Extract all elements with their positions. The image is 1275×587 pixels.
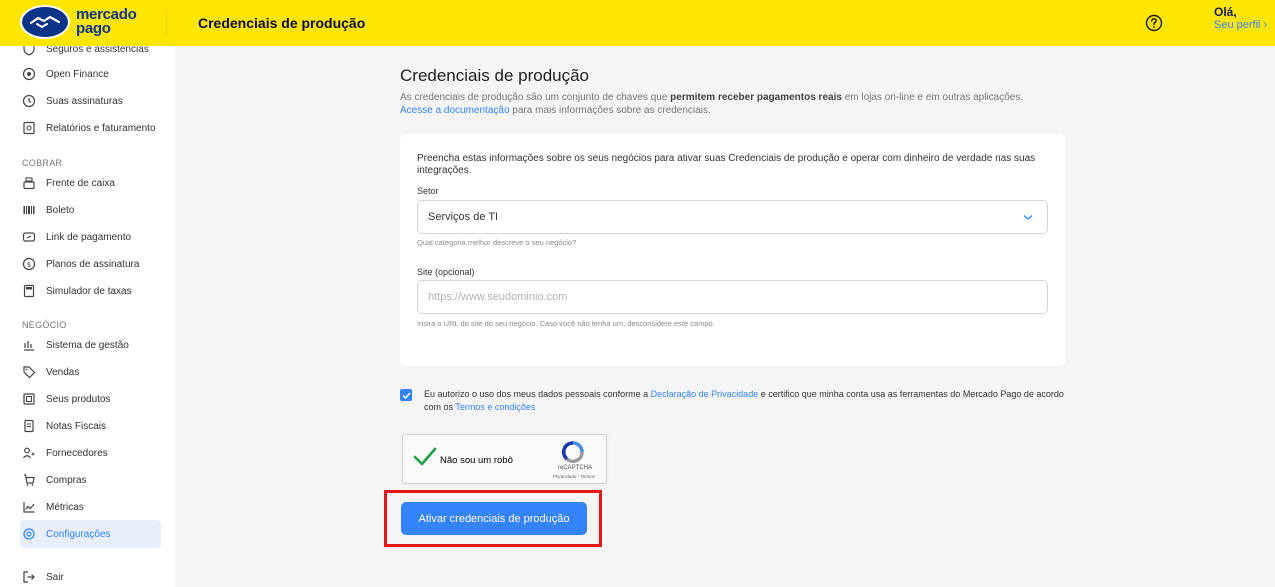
sidebar-item-frente-de-caixa[interactable]: Frente de caixa [20, 170, 161, 196]
chevron-down-icon [1023, 215, 1033, 220]
sidebar-item-sistema-de-gestao[interactable]: Sistema de gestão [20, 332, 161, 358]
profile-link[interactable]: Seu perfil › [1214, 19, 1267, 32]
gear-icon [23, 528, 35, 540]
sidebar-item-compras[interactable]: Compras [20, 467, 161, 493]
sidebar-item-open-finance[interactable]: Open Finance [20, 61, 161, 87]
management-icon [24, 341, 34, 351]
sidebar-item-configuracoes[interactable]: Configurações [20, 520, 161, 548]
activate-credentials-button[interactable]: Ativar credenciais de produção [401, 502, 587, 535]
cash-register-icon [23, 177, 35, 190]
section-cobrar: COBRAR [22, 158, 63, 168]
metrics-chart-icon [23, 502, 35, 513]
credentials-form-card: Preencha estas informações sobre os seus… [400, 134, 1065, 366]
sector-select[interactable]: Serviços de TI [417, 200, 1048, 234]
site-helper: Insira o URL do site do seu negócio. Cas… [417, 319, 715, 328]
dollar-circle-icon: $ [22, 257, 36, 271]
sidebar-item-link-de-pagamento[interactable]: Link de pagamento [20, 224, 161, 250]
sidebar-item-vendas[interactable]: Vendas [20, 359, 161, 385]
link-icon [22, 232, 36, 242]
logout-icon [23, 571, 35, 583]
recaptcha-links[interactable]: Privacidade - Termos [546, 474, 602, 479]
recaptcha-brand: reCAPTCHA [557, 465, 592, 471]
subscription-icon [22, 94, 36, 108]
recaptcha-checkmark-icon[interactable] [413, 447, 437, 467]
form-intro: Preencha estas informações sobre os seus… [417, 153, 1036, 176]
handshake-logo-icon [20, 5, 70, 39]
report-icon [23, 121, 35, 135]
sidebar-item-metricas[interactable]: Métricas [20, 494, 161, 520]
privacy-link[interactable]: Declaração de Privacidade [651, 389, 759, 399]
sidebar-item-sair[interactable]: Sair [20, 564, 161, 587]
product-box-icon [23, 393, 35, 405]
section-negocio: NEGÓCIO [22, 320, 67, 330]
recaptcha-logo-icon [561, 441, 584, 463]
sidebar-item-boleto[interactable]: Boleto [20, 197, 161, 223]
purchases-icon [24, 474, 35, 486]
shield-icon [23, 46, 35, 56]
documentation-link[interactable]: Acesse a documentação [400, 105, 510, 116]
checkmark-icon [401, 391, 411, 399]
calculator-icon [23, 284, 35, 298]
recaptcha-label: Não sou um robô [440, 455, 513, 466]
sector-value: Serviços de TI [428, 211, 499, 223]
open-finance-icon [22, 67, 36, 81]
help-icon[interactable] [1145, 14, 1163, 32]
page-title: Credenciais de produção [400, 66, 590, 85]
terms-link[interactable]: Termos e condições [455, 402, 535, 412]
sector-label: Setor [417, 186, 439, 196]
greeting-text: Olá, [1214, 5, 1237, 19]
consent-checkbox[interactable] [400, 389, 412, 401]
invoice-icon [24, 419, 34, 433]
header-divider [166, 10, 167, 36]
sidebar-item-seus-produtos[interactable]: Seus produtos [20, 386, 161, 412]
tag-icon [23, 366, 36, 379]
sidebar-item-simulador-de-taxas[interactable]: Simulador de taxas [20, 278, 161, 304]
recaptcha-widget[interactable]: Não sou um robô reCAPTCHA Privacidade - … [402, 434, 607, 484]
consent-text: Eu autorizo o uso dos meus dados pessoai… [424, 389, 1064, 412]
mercado-pago-logo[interactable]: mercado pago [20, 5, 137, 39]
sector-helper: Qual categoria melhor descreve o seu neg… [417, 238, 577, 247]
top-header: mercado pago Credenciais de produção Olá… [0, 0, 1275, 46]
user-greeting[interactable]: Olá, Seu perfil › [1214, 6, 1267, 32]
svg-text:$: $ [27, 261, 31, 269]
barcode-icon [23, 206, 35, 214]
consent-row: Eu autorizo o uso dos meus dados pessoai… [400, 388, 1080, 414]
logo-wordmark: mercado pago [76, 6, 137, 37]
chevron-right-icon: › [1263, 19, 1268, 31]
sidebar-item-suas-assinaturas[interactable]: Suas assinaturas [20, 88, 161, 114]
sidebar-item-relatorios[interactable]: Relatórios e faturamento [20, 115, 161, 141]
sidebar-item-notas-fiscais[interactable]: Notas Fiscais [20, 413, 161, 439]
page-description: As credenciais de produção são um conjun… [400, 92, 1024, 116]
sidebar-item-planos-de-assinatura[interactable]: $ Planos de assinatura [20, 251, 161, 277]
sidebar-item-fornecedores[interactable]: Fornecedores [20, 440, 161, 466]
site-input[interactable] [417, 280, 1048, 314]
sidebar-item-seguros[interactable]: Seguros e assistências [20, 46, 161, 62]
site-label: Site (opcional) [417, 267, 475, 277]
header-title: Credenciais de produção [198, 15, 366, 31]
suppliers-icon [23, 447, 35, 459]
sidebar: Seguros e assistências Open Finance Suas… [0, 46, 175, 587]
